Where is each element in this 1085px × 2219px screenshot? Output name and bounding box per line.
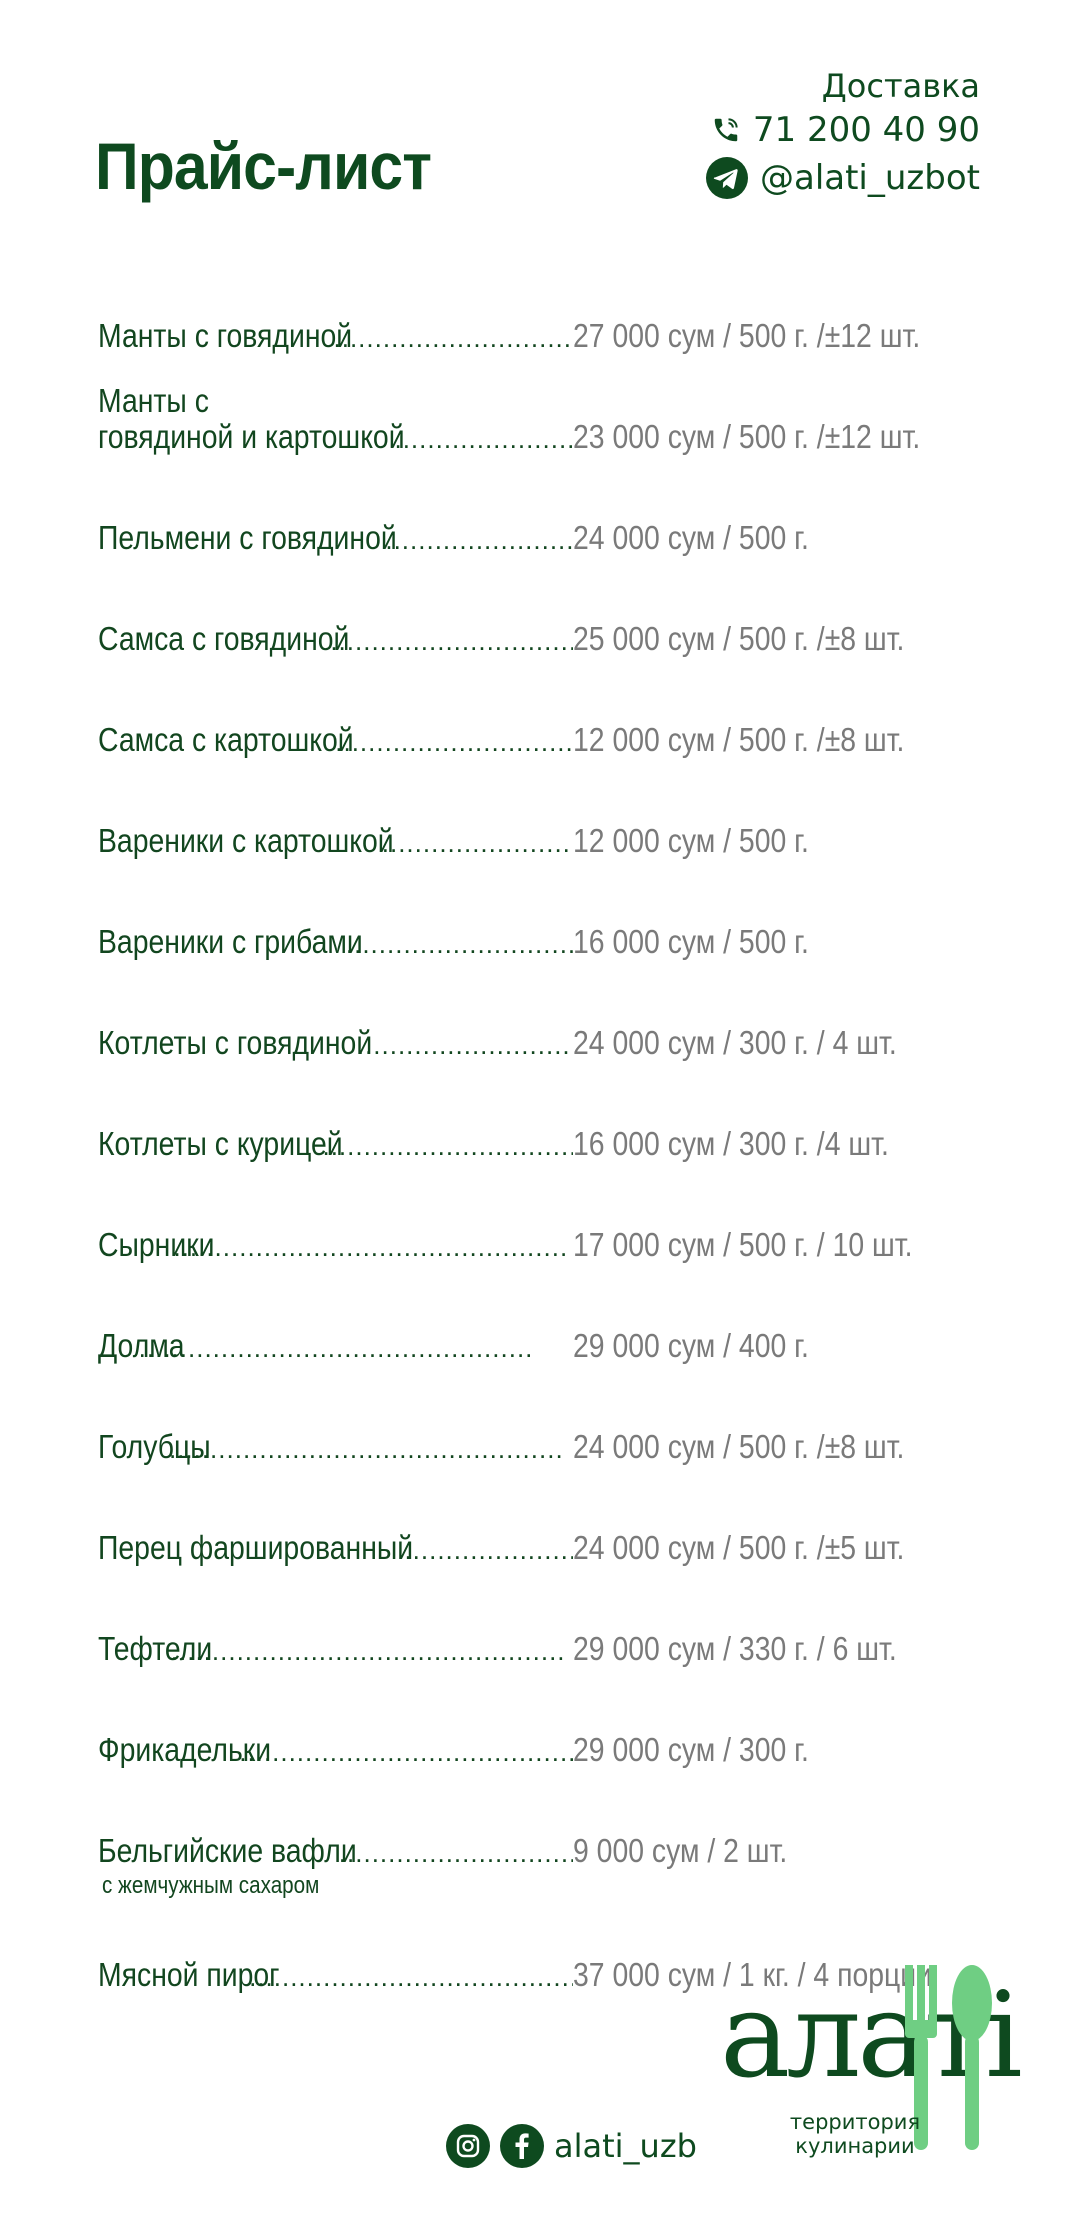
item-name: Котлеты с говядиной [98, 1024, 373, 1061]
list-item: Бельгийские вафли.......................… [98, 1768, 1038, 1899]
item-price: 12 000 сум / 500 г. /±8 шт. [572, 720, 905, 758]
list-item: Самса с говядиной.......................… [98, 556, 1038, 657]
price-list: Манты с говядиной.......................… [98, 253, 1038, 1993]
list-item: Самса с картошкой.......................… [98, 657, 1038, 758]
list-item: Котлеты с говядиной.....................… [98, 960, 1038, 1061]
item-name: Голубцы [98, 1428, 211, 1465]
item-price: 24 000 сум / 300 г. / 4 шт. [572, 1023, 897, 1061]
item-price: 24 000 сум / 500 г. /±8 шт. [572, 1427, 905, 1465]
item-price: 25 000 сум / 500 г. /±8 шт. [572, 619, 905, 657]
telegram-icon [705, 157, 748, 199]
social-handle[interactable]: alati_uzb [554, 2127, 697, 2165]
item-name: Фрикадельки [98, 1731, 272, 1768]
item-price: 12 000 сум / 500 г. [572, 821, 809, 859]
price-list-page: Прайс-лист Доставка 71 200 40 90 @alati_… [0, 0, 1085, 2219]
telegram-line[interactable]: @alati_uzbot [680, 154, 980, 202]
list-item: Долма...................................… [98, 1263, 1038, 1364]
item-price: 23 000 сум / 500 г. /±12 шт. [572, 417, 921, 455]
item-name: Сырники [98, 1226, 215, 1263]
item-price: 9 000 сум / 2 шт. [572, 1831, 788, 1869]
tagline-line2: кулинарии [795, 2134, 915, 2158]
list-item: Голубцы.................................… [98, 1364, 1038, 1465]
list-item: Перец фаршированный.....................… [98, 1465, 1038, 1566]
item-price: 16 000 сум / 300 г. /4 шт. [572, 1124, 889, 1162]
instagram-icon[interactable] [446, 2124, 490, 2168]
item-name: Самса с картошкой [98, 721, 354, 758]
item-name: Манты с говядиной [98, 317, 353, 354]
item-name: Самса с говядиной [98, 620, 350, 657]
item-name-line1: Манты с [98, 383, 209, 419]
phone-line[interactable]: 71 200 40 90 [680, 106, 980, 154]
item-name: говядиной и картошкой [98, 418, 405, 455]
phone-icon [714, 118, 738, 142]
item-name: Перец фаршированный [98, 1529, 414, 1566]
item-name: Пельмени с говядиной [98, 519, 397, 556]
list-item: Манты с говядиной и картошкой...........… [98, 354, 1038, 455]
item-price: 29 000 сум / 330 г. / 6 шт. [572, 1629, 897, 1667]
item-name: Котлеты с курицей [98, 1125, 343, 1162]
page-title: Прайс-лист [95, 129, 432, 203]
item-name: Бельгийские вафли [98, 1832, 357, 1869]
item-price: 17 000 сум / 500 г. / 10 шт. [572, 1225, 913, 1263]
item-price: 29 000 сум / 400 г. [572, 1326, 809, 1364]
social-links: alati_uzb [446, 2124, 697, 2168]
item-name: Вареники с грибами [98, 923, 363, 960]
phone-number: 71 200 40 90 [752, 110, 980, 150]
list-item: Тефтели.................................… [98, 1566, 1038, 1667]
delivery-label: Доставка [821, 67, 980, 105]
item-price: 24 000 сум / 500 г. [572, 518, 809, 556]
item-name: Долма [98, 1327, 185, 1364]
facebook-icon[interactable] [500, 2124, 544, 2168]
list-item: Котлеты с курицей.......................… [98, 1061, 1038, 1162]
tagline-line1: территория [789, 2110, 921, 2134]
delivery-info: Доставка 71 200 40 90 @alati_uzbot [680, 66, 980, 202]
item-price: 24 000 сум / 500 г. /±5 шт. [572, 1528, 905, 1566]
telegram-handle: @alati_uzbot [759, 158, 980, 198]
list-item: Манты с говядиной.......................… [98, 253, 1038, 354]
item-name: Тефтели [98, 1630, 213, 1667]
list-item: Вареники с картошкой....................… [98, 758, 1038, 859]
list-item: Сырники.................................… [98, 1162, 1038, 1263]
item-name: Мясной пирог [98, 1956, 280, 1993]
item-price: 27 000 сум / 500 г. /±12 шт. [572, 316, 921, 354]
list-item: Вареники с грибами......................… [98, 859, 1038, 960]
brand-tagline: территория кулинарии [780, 2110, 930, 2158]
item-price: 16 000 сум / 500 г. [572, 922, 809, 960]
item-name: Вареники с картошкой [98, 822, 394, 859]
brand-logo: алатi территория кулинарии [720, 1965, 1023, 2165]
list-item: Фрикадельки.............................… [98, 1667, 1038, 1768]
list-item: Пельмени с говядиной....................… [98, 455, 1038, 556]
item-price: 29 000 сум / 300 г. [572, 1730, 809, 1768]
